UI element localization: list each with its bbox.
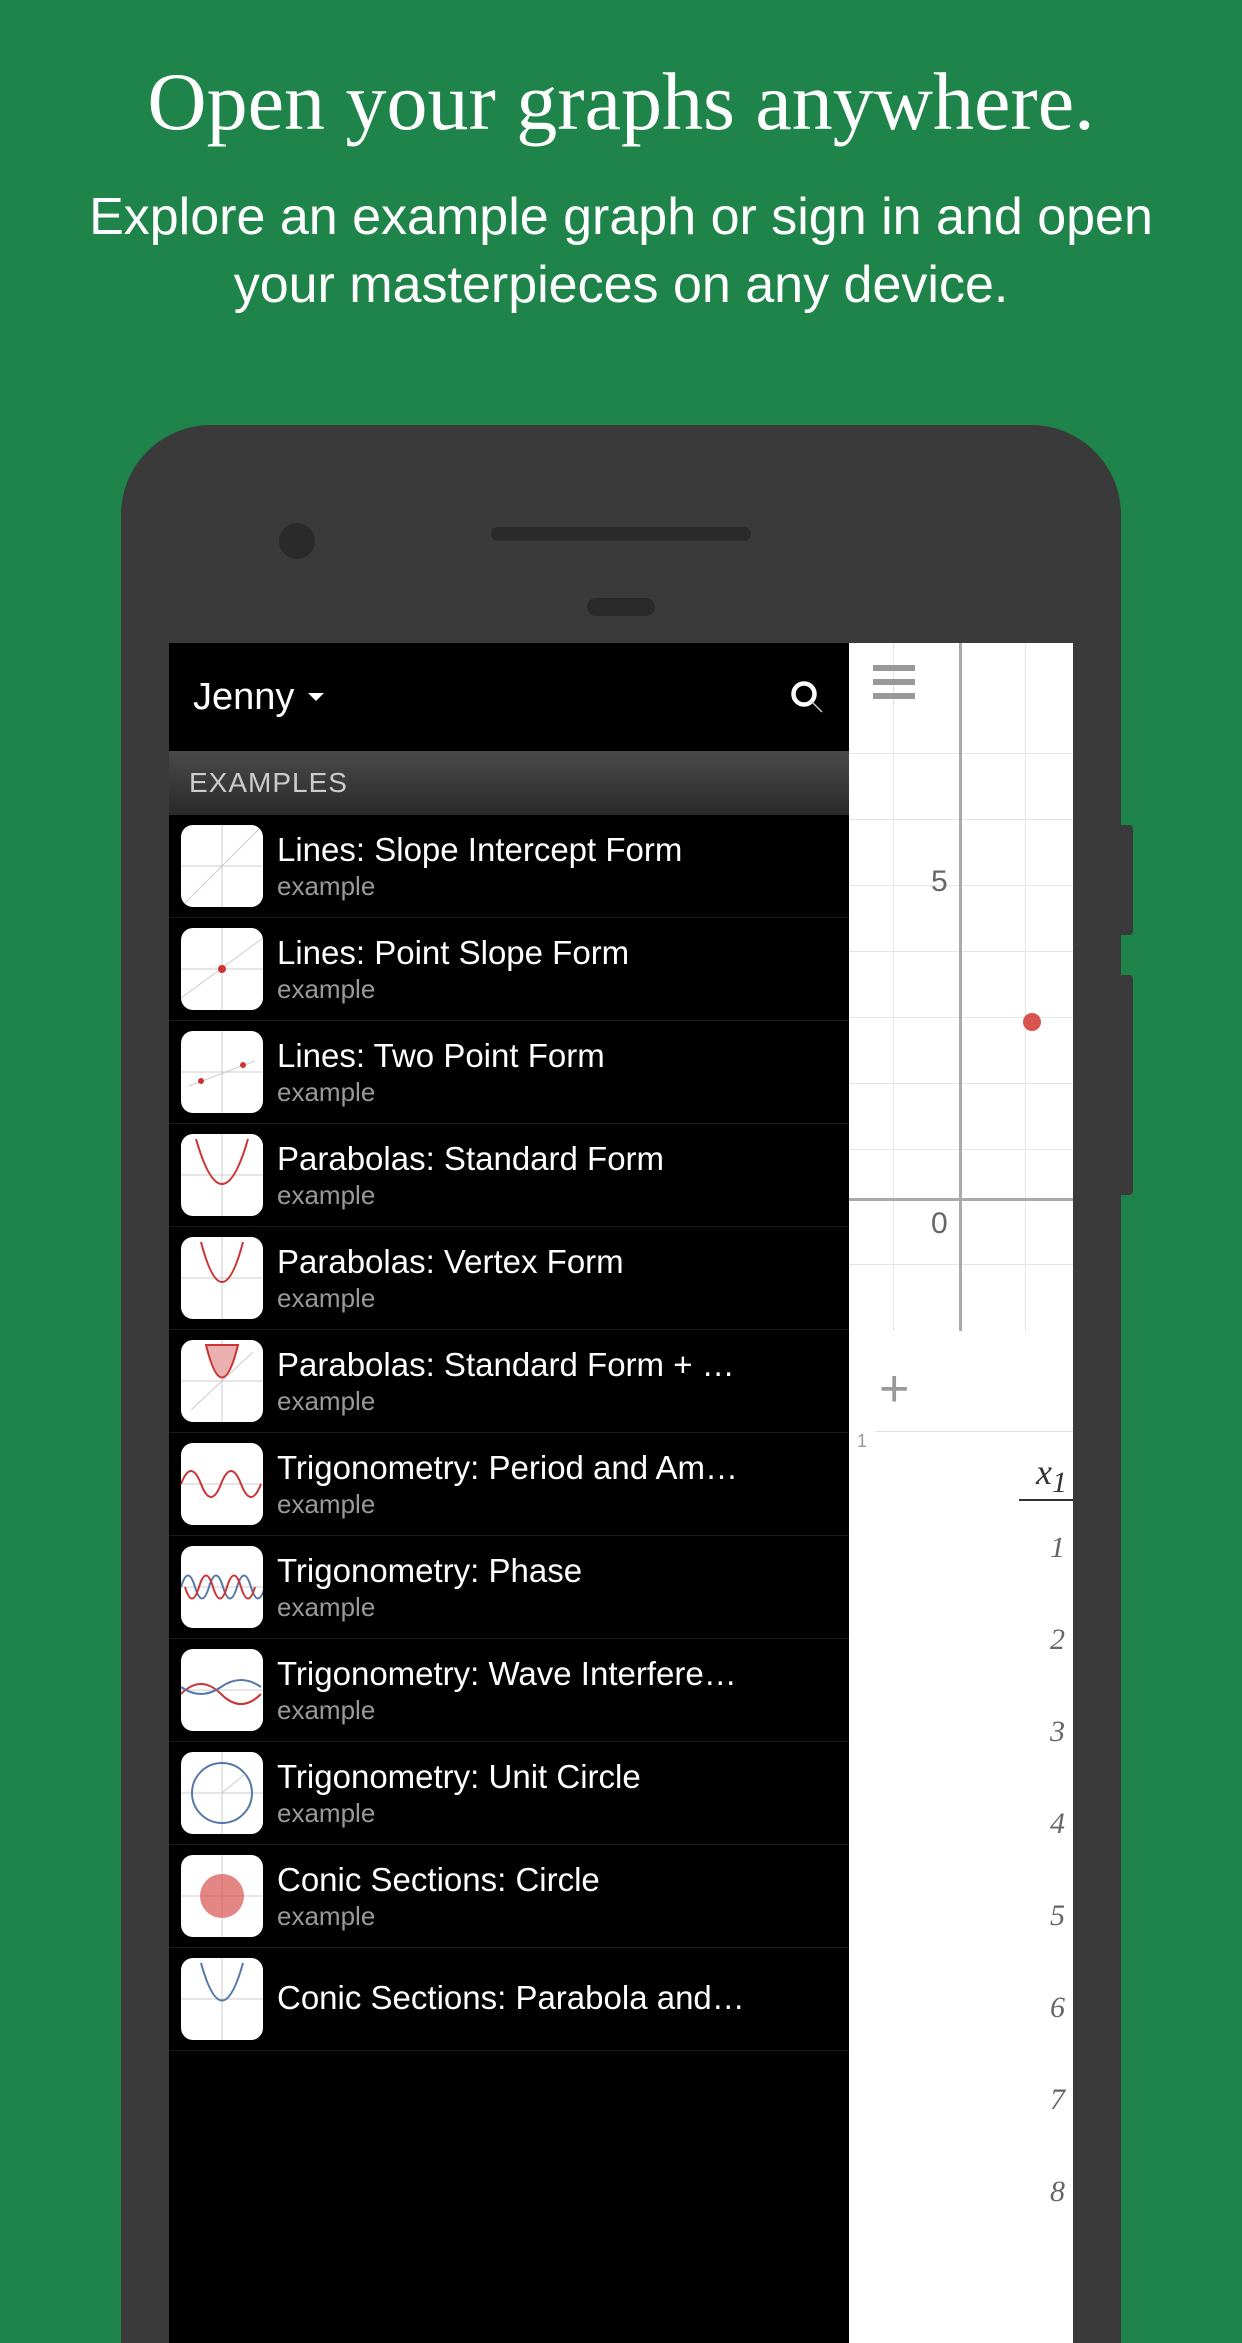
- list-item[interactable]: Parabolas: Standard Form + … example: [169, 1330, 849, 1433]
- list-item[interactable]: Trigonometry: Wave Interfere… example: [169, 1639, 849, 1742]
- list-item[interactable]: Lines: Two Point Form example: [169, 1021, 849, 1124]
- chevron-down-icon: [304, 685, 328, 709]
- list-item-text: Conic Sections: Circle example: [277, 1861, 837, 1932]
- graph-thumbnail-icon: [181, 928, 263, 1010]
- graph-thumbnail-icon: [181, 1855, 263, 1937]
- graph-tick-label: 5: [931, 865, 948, 899]
- list-item[interactable]: Lines: Slope Intercept Form example: [169, 815, 849, 918]
- list-item-text: Trigonometry: Unit Circle example: [277, 1758, 837, 1829]
- list-item-text: Parabolas: Standard Form example: [277, 1140, 837, 1211]
- graph-tick-label: 0: [931, 1207, 948, 1241]
- list-item-title: Trigonometry: Unit Circle: [277, 1758, 837, 1796]
- list-item-subtitle: example: [277, 1283, 837, 1314]
- graph-thumbnail-icon: [181, 825, 263, 907]
- list-item[interactable]: Conic Sections: Circle example: [169, 1845, 849, 1948]
- add-expression-icon[interactable]: +: [879, 1359, 909, 1419]
- graph-thumbnail-icon: [181, 1443, 263, 1525]
- graph-thumbnail-icon: [181, 1237, 263, 1319]
- search-icon[interactable]: [789, 679, 825, 715]
- list-item-text: Lines: Point Slope Form example: [277, 934, 837, 1005]
- list-item-title: Lines: Point Slope Form: [277, 934, 837, 972]
- list-item[interactable]: Trigonometry: Unit Circle example: [169, 1742, 849, 1845]
- table-variable-header: x1: [1036, 1451, 1067, 1500]
- list-item-subtitle: example: [277, 1386, 837, 1417]
- phone-home-indicator: [587, 598, 655, 616]
- list-item-title: Parabolas: Standard Form + …: [277, 1346, 837, 1384]
- list-item-subtitle: example: [277, 871, 837, 902]
- graph-y-axis: [959, 643, 962, 1331]
- user-name-label: Jenny: [193, 676, 294, 719]
- list-item-title: Trigonometry: Period and Am…: [277, 1449, 837, 1487]
- list-item-title: Parabolas: Standard Form: [277, 1140, 837, 1178]
- phone-bezel: [169, 473, 1073, 643]
- promo-subtitle: Explore an example graph or sign in and …: [0, 184, 1242, 319]
- table-header-underline: [1019, 1499, 1073, 1501]
- list-item-subtitle: example: [277, 1901, 837, 1932]
- phone-speaker: [491, 527, 751, 541]
- graph-thumbnail-icon: [181, 1031, 263, 1113]
- phone-camera: [279, 523, 315, 559]
- list-item-title: Lines: Two Point Form: [277, 1037, 837, 1075]
- list-item-subtitle: example: [277, 974, 837, 1005]
- list-item-title: Parabolas: Vertex Form: [277, 1243, 837, 1281]
- list-item[interactable]: Trigonometry: Period and Am… example: [169, 1433, 849, 1536]
- phone-side-button-bottom: [1121, 975, 1133, 1195]
- graph-canvas[interactable]: 5 0 + 1 x1 1 2 3 4 5: [849, 643, 1073, 2343]
- list-item-text: Parabolas: Standard Form + … example: [277, 1346, 837, 1417]
- expression-editor: + 1 x1 1 2 3 4 5 6 7 8: [849, 1331, 1073, 2343]
- list-item-text: Conic Sections: Parabola and…: [277, 1979, 837, 2019]
- section-header-examples: EXAMPLES: [169, 751, 849, 815]
- promo-title: Open your graphs anywhere.: [0, 55, 1242, 149]
- phone-side-button-top: [1121, 825, 1133, 935]
- list-item-title: Lines: Slope Intercept Form: [277, 831, 837, 869]
- list-item-text: Trigonometry: Period and Am… example: [277, 1449, 837, 1520]
- list-item-title: Trigonometry: Phase: [277, 1552, 837, 1590]
- list-item-text: Parabolas: Vertex Form example: [277, 1243, 837, 1314]
- list-item-title: Trigonometry: Wave Interfere…: [277, 1655, 837, 1693]
- graph-thumbnail-icon: [181, 1649, 263, 1731]
- phone-frame: Jenny EXAMPLES: [121, 425, 1121, 2343]
- graph-thumbnail-icon: [181, 1958, 263, 2040]
- app-screen: Jenny EXAMPLES: [169, 643, 1073, 2343]
- list-item-text: Lines: Two Point Form example: [277, 1037, 837, 1108]
- user-dropdown[interactable]: Jenny: [193, 676, 328, 719]
- list-item-title: Conic Sections: Parabola and…: [277, 1979, 837, 2017]
- list-item-subtitle: example: [277, 1592, 837, 1623]
- graph-thumbnail-icon: [181, 1340, 263, 1422]
- graph-thumbnail-icon: [181, 1752, 263, 1834]
- list-item[interactable]: Parabolas: Vertex Form example: [169, 1227, 849, 1330]
- graph-data-point[interactable]: [1023, 1013, 1041, 1031]
- list-item[interactable]: Parabolas: Standard Form example: [169, 1124, 849, 1227]
- list-item-text: Trigonometry: Phase example: [277, 1552, 837, 1623]
- list-item[interactable]: Trigonometry: Phase example: [169, 1536, 849, 1639]
- list-item[interactable]: Conic Sections: Parabola and…: [169, 1948, 849, 2051]
- hamburger-menu-icon[interactable]: [873, 665, 915, 699]
- sidebar: Jenny EXAMPLES: [169, 643, 849, 2343]
- list-item-subtitle: example: [277, 1798, 837, 1829]
- expression-row-number: 1: [857, 1431, 867, 1452]
- list-item-title: Conic Sections: Circle: [277, 1861, 837, 1899]
- graph-thumbnail-icon: [181, 1134, 263, 1216]
- list-item-text: Lines: Slope Intercept Form example: [277, 831, 837, 902]
- list-item-subtitle: example: [277, 1489, 837, 1520]
- table-row-numbers: 1 2 3 4 5 6 7 8: [1050, 1531, 1065, 2209]
- list-item-subtitle: example: [277, 1695, 837, 1726]
- list-item[interactable]: Lines: Point Slope Form example: [169, 918, 849, 1021]
- list-item-subtitle: example: [277, 1077, 837, 1108]
- sidebar-header: Jenny: [169, 643, 849, 751]
- graph-x-axis: [849, 1198, 1073, 1201]
- graph-thumbnail-icon: [181, 1546, 263, 1628]
- list-item-subtitle: example: [277, 1180, 837, 1211]
- list-item-text: Trigonometry: Wave Interfere… example: [277, 1655, 837, 1726]
